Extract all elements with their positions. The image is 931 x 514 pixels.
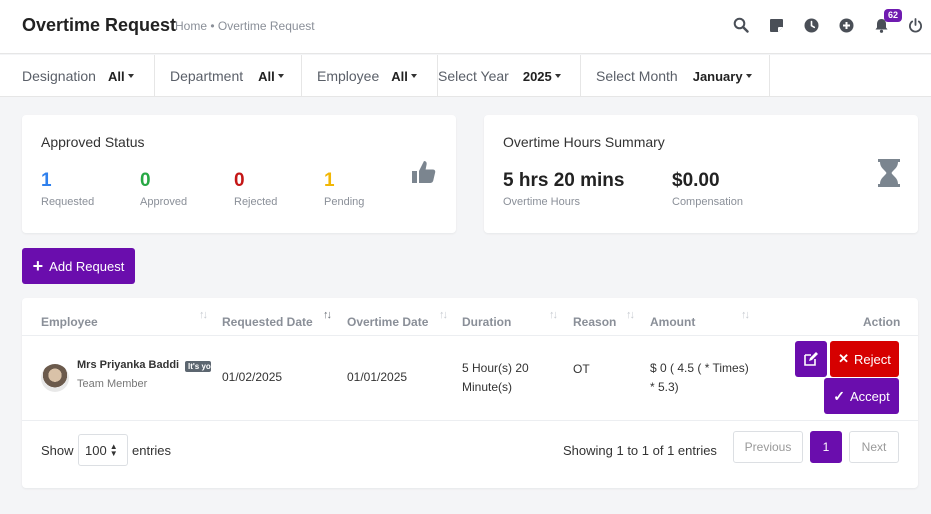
approved-count: 0	[140, 170, 151, 191]
col-header-reason[interactable]: Reason	[573, 315, 616, 329]
col-header-employee[interactable]: Employee	[41, 315, 98, 329]
card-title: Approved Status	[41, 134, 145, 150]
accept-button[interactable]: ✓ Accept	[824, 378, 899, 414]
filter-label: Designation	[22, 68, 96, 84]
filter-value[interactable]: January	[693, 69, 743, 84]
search-icon[interactable]	[732, 16, 750, 34]
filter-label: Select Year	[438, 68, 509, 84]
top-header: Overtime Request Home • Overtime Request…	[0, 0, 931, 54]
power-icon[interactable]	[906, 16, 924, 34]
sort-icon[interactable]: ↑↓	[741, 309, 750, 321]
pending-label: Pending	[324, 196, 365, 208]
rejected-count: 0	[234, 170, 245, 191]
rejected-label: Rejected	[234, 196, 278, 208]
close-icon: ✕	[838, 351, 850, 366]
pending-count: 1	[324, 170, 335, 191]
employee-role: Team Member	[77, 378, 148, 390]
requested-label: Requested	[41, 196, 95, 208]
overtime-table: Employee ↑↓ Requested Date ↑↓ Overtime D…	[22, 298, 918, 488]
reject-button[interactable]: ✕ Reject	[830, 341, 899, 377]
filter-designation[interactable]: Designation All	[0, 55, 155, 97]
caret-down-icon	[745, 74, 752, 78]
filter-label: Department	[170, 68, 244, 84]
compensation-label: Compensation	[672, 196, 743, 208]
edit-icon	[804, 352, 818, 366]
its-you-badge: It's you	[185, 361, 211, 372]
next-button[interactable]: Next	[849, 431, 899, 463]
col-header-duration[interactable]: Duration	[462, 315, 511, 329]
note-icon[interactable]	[767, 16, 785, 34]
page-size-select[interactable]: 100 ▲ ▼	[78, 434, 128, 466]
add-request-button[interactable]: + Add Request	[22, 248, 135, 284]
plus-icon: +	[32, 256, 44, 276]
caret-down-icon	[277, 74, 284, 78]
hourglass-icon	[878, 159, 900, 190]
col-header-amount[interactable]: Amount	[650, 315, 695, 329]
breadcrumb[interactable]: Home • Overtime Request	[175, 19, 315, 33]
filter-department[interactable]: Department All	[155, 55, 302, 97]
duration-line2: Minute(s)	[462, 380, 513, 394]
updown-icon: ▲ ▼	[109, 442, 118, 458]
page-size-value: 100	[85, 442, 107, 458]
entries-info: Showing 1 to 1 of 1 entries	[563, 443, 717, 458]
overtime-hours-value: 5 hrs 20 mins	[503, 170, 625, 191]
filter-value[interactable]: All	[108, 69, 125, 84]
plus-circle-icon[interactable]	[837, 16, 855, 34]
filter-year[interactable]: Select Year 2025	[438, 55, 581, 97]
sort-icon[interactable]: ↑↓	[199, 309, 208, 321]
caret-down-icon	[410, 74, 417, 78]
row-divider	[22, 420, 918, 421]
filter-label: Select Month	[596, 68, 678, 84]
filter-employee[interactable]: Employee All	[302, 55, 438, 97]
amount-line2: * 5.3)	[650, 380, 679, 394]
edit-button[interactable]	[795, 341, 827, 377]
add-request-label: Add Request	[49, 258, 125, 274]
hours-summary-card: Overtime Hours Summary 5 hrs 20 mins Ove…	[484, 115, 918, 233]
thumbs-up-icon	[411, 159, 438, 189]
amount-line1: $ 0 ( 4.5 ( * Times)	[650, 361, 749, 375]
notification-badge: 62	[884, 9, 903, 22]
col-header-requested-date[interactable]: Requested Date	[222, 315, 313, 329]
employee-name[interactable]: Mrs Priyanka Baddi	[77, 359, 179, 371]
page-1-button[interactable]: 1	[810, 431, 842, 463]
page-title: Overtime Request	[22, 15, 177, 35]
sort-icon[interactable]: ↑↓	[323, 309, 332, 321]
filter-value[interactable]: All	[391, 69, 408, 84]
col-header-overtime-date[interactable]: Overtime Date	[347, 315, 428, 329]
filter-bar: Designation All Department All Employee …	[0, 55, 931, 97]
approved-label: Approved	[140, 196, 188, 208]
requested-date: 01/02/2025	[222, 370, 283, 384]
duration-line1: 5 Hour(s) 20	[462, 361, 529, 375]
sort-icon[interactable]: ↑↓	[549, 309, 558, 321]
sort-icon[interactable]: ↑↓	[626, 309, 635, 321]
requested-count: 1	[41, 170, 52, 191]
approved-status-card: Approved Status 1 Requested 0 Approved 0…	[22, 115, 456, 233]
avatar	[41, 364, 69, 392]
accept-label: Accept	[849, 388, 890, 404]
caret-down-icon	[554, 74, 561, 78]
filter-value[interactable]: All	[258, 69, 275, 84]
col-header-action: Action	[863, 315, 901, 329]
caret-down-icon	[127, 74, 134, 78]
sort-icon[interactable]: ↑↓	[439, 309, 448, 321]
overtime-date: 01/01/2025	[347, 370, 408, 384]
card-title: Overtime Hours Summary	[503, 134, 665, 150]
header-divider	[22, 335, 918, 336]
compensation-value: $0.00	[672, 170, 720, 191]
reason: OT	[573, 362, 590, 376]
amount: $ 0 ( 4.5 ( * Times) * 5.3)	[650, 359, 749, 397]
filter-value[interactable]: 2025	[523, 69, 552, 84]
reject-label: Reject	[854, 351, 891, 367]
previous-button[interactable]: Previous	[733, 431, 803, 463]
duration: 5 Hour(s) 20 Minute(s)	[462, 359, 529, 397]
overtime-hours-label: Overtime Hours	[503, 196, 581, 208]
filter-month[interactable]: Select Month January	[581, 55, 770, 97]
clock-icon[interactable]	[802, 16, 820, 34]
filter-label: Employee	[317, 68, 380, 84]
show-label: Show	[41, 443, 74, 458]
entries-label: entries	[132, 443, 172, 458]
check-icon: ✓	[833, 387, 845, 404]
